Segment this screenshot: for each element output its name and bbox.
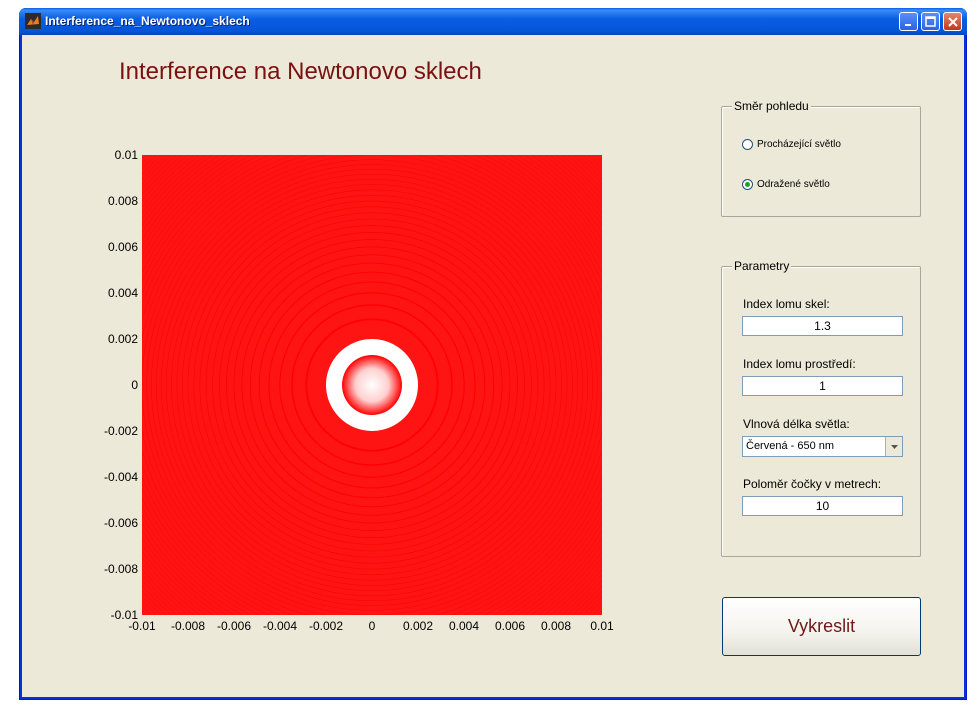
medium-index-input[interactable]: 1 (742, 376, 903, 396)
radio-icon[interactable] (742, 139, 753, 150)
page-title: Interference na Newtonovo sklech (119, 58, 482, 85)
window-title: Interference_na_Newtonovo_sklech (45, 14, 250, 28)
y-tick-label: -0.008 (103, 562, 138, 576)
lens-radius-label: Poloměr čočky v metrech: (743, 477, 882, 491)
y-tick-label: -0.006 (103, 516, 138, 530)
radio-label: Procházející světlo (757, 139, 841, 150)
wavelength-label: Vlnová délka světla: (743, 417, 850, 431)
interference-plot[interactable] (142, 155, 602, 615)
view-direction-group: Směr pohledu Procházející světlo Odražen… (721, 99, 921, 217)
minimize-icon (904, 23, 911, 26)
view-direction-legend: Směr pohledu (732, 99, 811, 113)
y-tick-label: -0.002 (103, 424, 138, 438)
central-spot (342, 355, 402, 415)
figure-client-area: Interference na Newtonovo sklech 0.01 0.0… (22, 35, 964, 697)
y-tick-label: 0.004 (107, 286, 138, 300)
x-tick-label: 0.01 (590, 619, 614, 633)
chevron-down-icon[interactable] (885, 437, 902, 456)
radio-transmitted-light[interactable]: Procházející světlo (742, 139, 841, 150)
radio-icon-checked[interactable] (742, 179, 753, 190)
medium-index-label: Index lomu prostředí: (743, 357, 856, 371)
y-tick-label: -0.004 (103, 470, 138, 484)
y-tick-label: 0.002 (107, 332, 138, 346)
glass-index-input[interactable]: 1.3 (742, 316, 903, 336)
y-tick-label: 0.008 (107, 194, 138, 208)
minimize-button[interactable] (899, 12, 918, 31)
close-button[interactable] (943, 12, 962, 31)
newton-rings-image (142, 155, 602, 615)
draw-button[interactable]: Vykreslit (722, 597, 921, 656)
y-tick-label: 0 (131, 378, 138, 392)
lens-radius-input[interactable]: 10 (742, 496, 903, 516)
parameters-legend: Parametry (732, 259, 792, 273)
glass-index-label: Index lomu skel: (743, 297, 830, 311)
wavelength-select[interactable]: Červená - 650 nm (742, 436, 903, 457)
matlab-icon (25, 13, 41, 29)
maximize-icon (925, 16, 936, 27)
y-tick-label: 0.006 (107, 240, 138, 254)
parameters-group: Parametry Index lomu skel: 1.3 Index lom… (721, 259, 921, 557)
close-icon (947, 16, 958, 27)
app-window: Interference_na_Newtonovo_sklech Interfe… (19, 8, 967, 700)
radio-label: Odražené světlo (757, 179, 830, 190)
title-bar[interactable]: Interference_na_Newtonovo_sklech (19, 8, 967, 35)
y-tick-label: 0.01 (114, 148, 138, 162)
wavelength-selected-value: Červená - 650 nm (746, 440, 835, 452)
radio-reflected-light[interactable]: Odražené světlo (742, 179, 830, 190)
maximize-button[interactable] (921, 12, 940, 31)
